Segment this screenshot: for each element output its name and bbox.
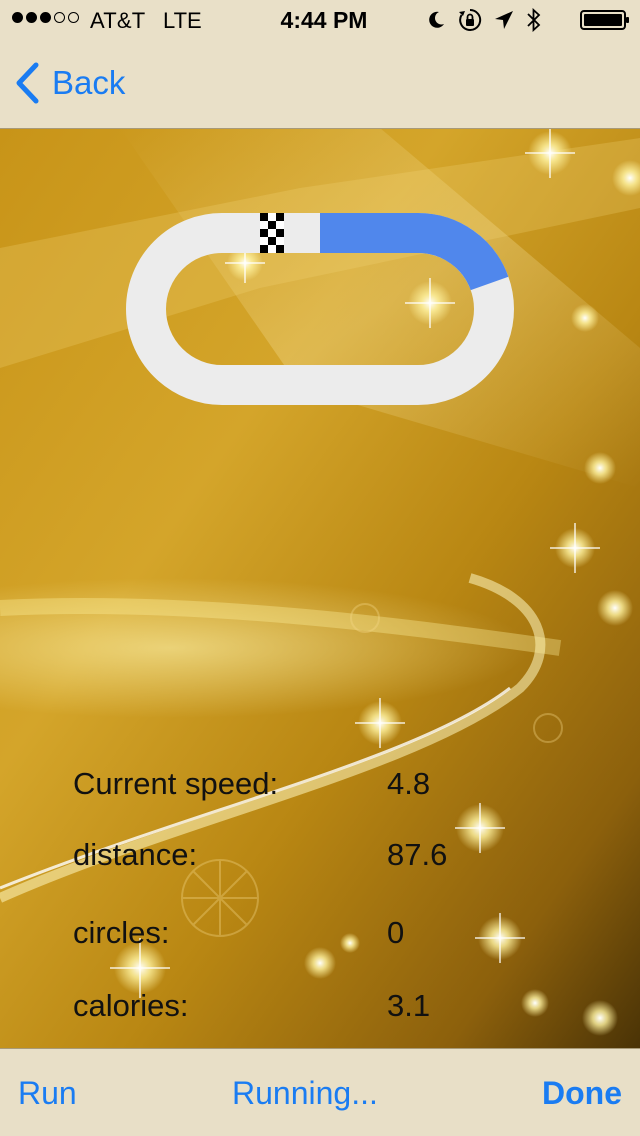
back-label: Back — [52, 64, 126, 101]
flag-square — [276, 213, 284, 221]
flag-square — [268, 229, 276, 237]
checkered-flag-icon — [260, 213, 284, 253]
flag-square — [276, 245, 284, 253]
flag-square — [260, 245, 268, 253]
top-bar: AT&T LTE 4:44 PM Back — [0, 0, 640, 129]
flag-square — [260, 213, 268, 221]
battery-icon — [580, 10, 629, 30]
location-icon — [495, 11, 513, 29]
running-screen: AT&T LTE 4:44 PM Back Current speed: 4.8… — [0, 0, 640, 1136]
status-icons — [426, 8, 542, 32]
flag-square — [268, 213, 276, 221]
flag-square — [268, 221, 276, 229]
rotation-lock-icon — [459, 8, 482, 31]
flag-square — [260, 237, 268, 245]
flag-square — [276, 237, 284, 245]
running-status-button[interactable]: Running... — [232, 1075, 378, 1112]
moon-icon — [429, 11, 444, 28]
run-button[interactable]: Run — [18, 1075, 77, 1112]
running-track — [126, 213, 514, 405]
flag-square — [276, 221, 284, 229]
flag-square — [276, 229, 284, 237]
bottom-toolbar: Run Running... Done — [0, 1048, 640, 1136]
flag-square — [268, 245, 276, 253]
track-progress — [320, 213, 509, 291]
status-bar: AT&T LTE 4:44 PM — [0, 0, 640, 40]
done-button[interactable]: Done — [542, 1075, 622, 1112]
navigation-bar: Back — [0, 40, 640, 128]
flag-square — [268, 237, 276, 245]
bluetooth-icon — [527, 8, 541, 32]
status-time: 4:44 PM — [280, 7, 368, 33]
chevron-left-icon — [16, 62, 39, 104]
flag-square — [260, 229, 268, 237]
back-button[interactable]: Back — [14, 62, 125, 104]
flag-square — [260, 221, 268, 229]
